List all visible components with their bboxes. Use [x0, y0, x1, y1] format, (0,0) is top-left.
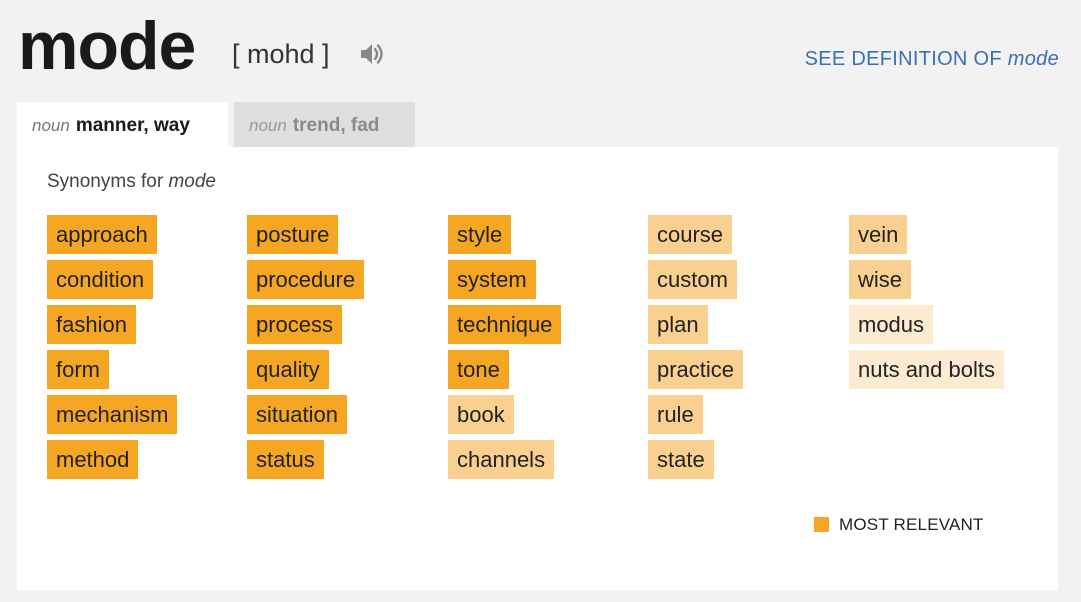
synonym-link[interactable]: wise	[849, 260, 912, 299]
tab-pos: noun	[32, 116, 70, 135]
synonym-link[interactable]: vein	[849, 215, 908, 254]
tab-label: trend, fad	[292, 115, 380, 136]
synonym-link[interactable]: situation	[247, 395, 347, 434]
synonym-column-5: vein wise modus nuts and bolts	[849, 215, 1039, 395]
synonym-link[interactable]: state	[648, 440, 714, 479]
see-definition-word: mode	[1007, 48, 1059, 70]
synonym-link[interactable]: quality	[247, 350, 329, 389]
synonym-link[interactable]: plan	[648, 305, 708, 344]
synonym-link[interactable]: system	[448, 260, 536, 299]
relevance-legend: MOST RELEVANT	[814, 515, 984, 535]
synonym-column-4: course custom plan practice rule state	[648, 215, 838, 485]
synonyms-heading-prefix: Synonyms for	[47, 171, 164, 192]
synonym-link[interactable]: fashion	[47, 305, 136, 344]
synonym-link[interactable]: status	[247, 440, 324, 479]
tab-manner-way[interactable]: noun manner, way	[17, 102, 228, 148]
synonym-link[interactable]: nuts and bolts	[849, 350, 1004, 389]
headword: mode	[18, 8, 196, 84]
synonym-column-3: style system technique tone book channel…	[448, 215, 638, 485]
synonym-link[interactable]: practice	[648, 350, 744, 389]
tab-trend-fad[interactable]: noun trend, fad	[234, 102, 415, 148]
speaker-icon[interactable]	[358, 40, 386, 68]
see-definition-link[interactable]: SEE DEFINITION OF mode	[805, 48, 1059, 71]
legend-label: MOST RELEVANT	[839, 515, 984, 534]
synonyms-heading: Synonyms for mode	[47, 171, 216, 193]
synonym-link[interactable]: course	[648, 215, 733, 254]
synonym-link[interactable]: condition	[47, 260, 154, 299]
pronunciation: [ mohd ]	[232, 39, 330, 69]
synonym-link[interactable]: posture	[247, 215, 339, 254]
synonyms-heading-word: mode	[168, 171, 216, 192]
synonym-column-1: approach condition fashion form mechanis…	[47, 215, 237, 485]
see-definition-prefix: SEE DEFINITION OF	[804, 48, 1002, 70]
synonym-link[interactable]: tone	[448, 350, 509, 389]
legend-swatch	[814, 517, 829, 532]
synonym-link[interactable]: approach	[47, 215, 157, 254]
synonym-link[interactable]: method	[47, 440, 139, 479]
synonym-link[interactable]: procedure	[247, 260, 365, 299]
synonym-link[interactable]: rule	[648, 395, 703, 434]
entry-header: mode [ mohd ] SEE DEFINITION OF mode	[18, 6, 1063, 86]
synonym-link[interactable]: style	[448, 215, 512, 254]
tab-pos: noun	[249, 116, 287, 135]
synonym-link[interactable]: form	[47, 350, 109, 389]
synonym-link[interactable]: channels	[448, 440, 555, 479]
synonym-column-2: posture procedure process quality situat…	[247, 215, 437, 485]
synonym-link[interactable]: technique	[448, 305, 562, 344]
synonyms-panel: Synonyms for mode approach condition fas…	[17, 147, 1058, 590]
synonym-link[interactable]: modus	[849, 305, 934, 344]
synonym-link[interactable]: mechanism	[47, 395, 178, 434]
tab-label: manner, way	[75, 115, 190, 136]
synonym-link[interactable]: custom	[648, 260, 737, 299]
synonym-link[interactable]: book	[448, 395, 514, 434]
synonym-link[interactable]: process	[247, 305, 343, 344]
